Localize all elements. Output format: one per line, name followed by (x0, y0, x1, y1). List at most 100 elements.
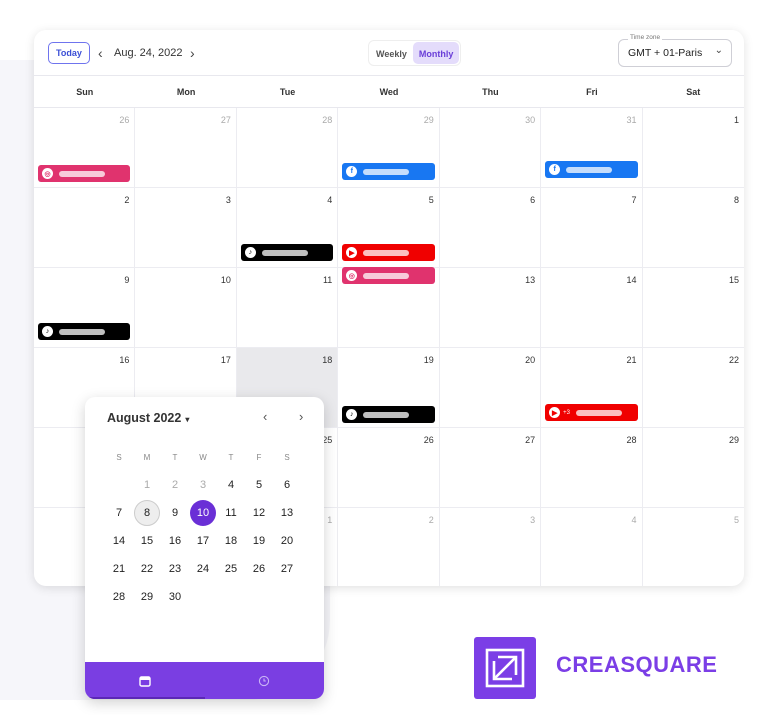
picker-day[interactable]: 4 (217, 471, 245, 499)
calendar-day-cell[interactable]: 22 (642, 348, 744, 428)
calendar-day-cell[interactable]: 7 (541, 188, 643, 268)
picker-day[interactable]: 8 (134, 500, 160, 526)
calendar-day-cell[interactable]: 4 ♪ (236, 188, 339, 268)
calendar-day-cell[interactable]: 26 ◎ (34, 108, 136, 188)
picker-weekday: T (172, 452, 178, 462)
event-title-placeholder (363, 168, 410, 175)
calendar-day-cell[interactable]: 13 (439, 268, 542, 348)
timezone-select[interactable]: Time zone GMT + 01-Paris ⌄ (618, 34, 732, 67)
calendar-day-cell[interactable]: 3 (440, 508, 542, 586)
weekday-header: Tue (279, 87, 296, 97)
tiktok-post-event[interactable]: ♪ (342, 406, 435, 423)
picker-day[interactable]: 12 (245, 499, 273, 527)
calendar-day-cell[interactable]: 9 ♪ (34, 268, 136, 348)
picker-day[interactable]: 18 (217, 527, 245, 555)
calendar-day-cell[interactable]: 29 f (338, 108, 440, 188)
monthly-view-button[interactable]: Monthly (412, 42, 460, 64)
picker-day[interactable]: 1 (133, 471, 161, 499)
picker-day[interactable]: 19 (245, 527, 273, 555)
tiktok-post-event[interactable]: ♪ (240, 244, 334, 261)
calendar-tab[interactable] (85, 662, 205, 699)
calendar-day-cell[interactable]: 29 (642, 428, 744, 508)
calendar-day-cell[interactable]: 11 (236, 268, 339, 348)
picker-day[interactable]: 11 (217, 499, 245, 527)
calendar-day-cell[interactable]: 27 (135, 108, 237, 188)
calendar-day-cell[interactable]: 3 (135, 188, 237, 268)
picker-day[interactable]: 23 (161, 555, 189, 583)
calendar-day-cell[interactable]: 2 (338, 508, 440, 586)
picker-day[interactable]: 27 (273, 555, 301, 583)
calendar-day-cell[interactable]: 21 ▶ +3 (541, 348, 643, 428)
day-number: 28 (322, 115, 333, 125)
calendar-day-cell[interactable]: 19 ♪ (338, 348, 440, 428)
picker-day[interactable]: 29 (133, 583, 161, 611)
picker-day[interactable]: 30 (161, 583, 189, 611)
calendar-day-cell[interactable]: 10 (135, 268, 237, 348)
calendar-day-cell[interactable]: 30 (439, 108, 542, 188)
picker-next-icon[interactable]: › (299, 409, 303, 424)
tiktok-post-event[interactable]: ♪ (38, 323, 131, 340)
instagram-post-event[interactable]: ◎ (342, 267, 435, 284)
clock-tab[interactable] (205, 662, 325, 699)
calendar-day-cell[interactable]: 28 (541, 428, 643, 508)
picker-month-title[interactable]: August 2022 ▾ (107, 411, 189, 425)
calendar-day-cell[interactable]: ◎ (338, 267, 440, 348)
calendar-day-cell[interactable]: 15 (642, 268, 744, 348)
picker-day[interactable]: 3 (189, 471, 217, 499)
timezone-label: Time zone (628, 34, 663, 41)
day-number: 26 (119, 115, 130, 125)
calendar-day-cell[interactable]: 5 ▶ (338, 188, 440, 268)
today-button[interactable]: Today (48, 42, 90, 64)
calendar-day-cell[interactable]: 2 (34, 188, 136, 268)
day-number: 10 (220, 275, 231, 285)
picker-empty-slot (105, 471, 133, 499)
calendar-day-cell[interactable]: 8 (642, 188, 744, 268)
picker-day[interactable]: 6 (273, 471, 301, 499)
weekly-view-button[interactable]: Weekly (370, 42, 413, 64)
weekday-header: Sun (76, 87, 94, 97)
picker-day[interactable]: 7 (105, 499, 133, 527)
calendar-day-cell[interactable]: 14 (541, 268, 643, 348)
day-number: 13 (525, 275, 536, 285)
picker-prev-icon[interactable]: ‹ (263, 409, 267, 424)
picker-day[interactable]: 2 (161, 471, 189, 499)
calendar-day-cell[interactable]: 20 (439, 348, 542, 428)
picker-day[interactable]: 15 (133, 527, 161, 555)
picker-day[interactable]: 13 (273, 499, 301, 527)
calendar-day-cell[interactable]: 1 (642, 108, 744, 188)
facebook-post-event[interactable]: f (342, 163, 435, 180)
picker-day[interactable]: 24 (189, 555, 217, 583)
calendar-day-cell[interactable]: 26 (338, 428, 440, 508)
calendar-day-cell[interactable]: 31 f (541, 108, 643, 188)
youtube-post-event[interactable]: ▶ +3 (545, 404, 638, 421)
calendar-day-cell[interactable]: 6 (439, 188, 542, 268)
picker-day[interactable]: 14 (105, 527, 133, 555)
picker-day[interactable]: 17 (189, 527, 217, 555)
picker-day[interactable]: 21 (105, 555, 133, 583)
day-number: 19 (423, 355, 434, 365)
calendar-toolbar: Today ‹ Aug. 24, 2022 › Weekly Monthly T… (34, 30, 744, 76)
day-number: 8 (733, 195, 739, 205)
picker-day[interactable]: 20 (273, 527, 301, 555)
calendar-day-cell[interactable]: 27 (439, 428, 542, 508)
facebook-post-event[interactable]: f (545, 161, 638, 178)
picker-day[interactable]: 22 (133, 555, 161, 583)
weekday-header-row: Sun Mon Tue Wed Thu Fri Sat (34, 76, 744, 108)
picker-day[interactable]: 26 (245, 555, 273, 583)
picker-day[interactable]: 9 (161, 499, 189, 527)
picker-day[interactable]: 16 (161, 527, 189, 555)
picker-day[interactable]: 25 (217, 555, 245, 583)
instagram-post-event[interactable]: ◎ (38, 165, 131, 182)
youtube-post-event[interactable]: ▶ (342, 244, 435, 261)
calendar-day-cell[interactable]: 28 (236, 108, 339, 188)
picker-day[interactable]: 28 (105, 583, 133, 611)
picker-day[interactable]: 5 (245, 471, 273, 499)
picker-selected-day[interactable]: 10 (190, 500, 216, 526)
more-events-count: +3 (563, 409, 570, 416)
calendar-day-cell[interactable]: 4 (541, 508, 643, 586)
prev-month-icon[interactable]: ‹ (98, 42, 103, 64)
next-month-icon[interactable]: › (190, 42, 195, 64)
event-title-placeholder (363, 249, 410, 256)
picker-empty-slot (245, 583, 273, 611)
calendar-day-cell[interactable]: 5 (643, 508, 744, 586)
